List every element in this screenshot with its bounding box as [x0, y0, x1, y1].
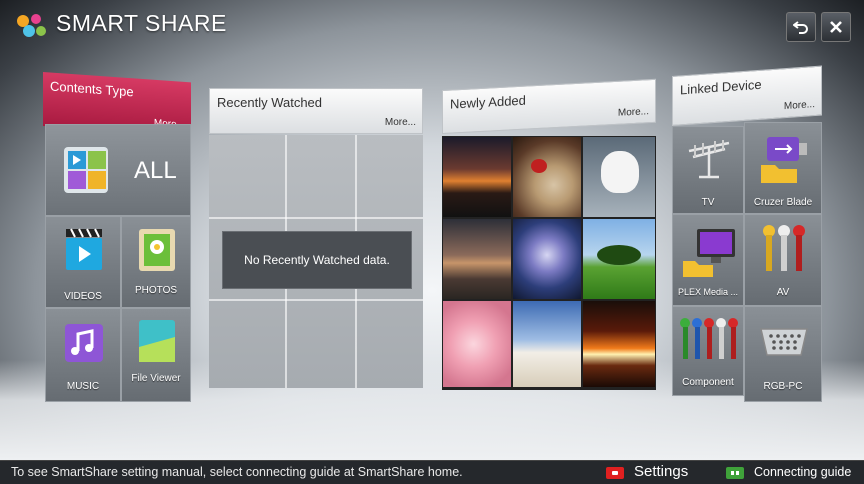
newly-added-more[interactable]: More... [618, 106, 649, 119]
all-media-icon [64, 147, 108, 193]
file-viewer-label: File Viewer [131, 373, 181, 384]
device-plex-media-label: PLEX Media ... [677, 287, 739, 297]
newly-added-panel: Newly Added More... [442, 78, 656, 390]
recently-watched-panel: Recently Watched More... No Recently Wat… [209, 88, 423, 388]
thumbnail-purple-sky[interactable] [513, 219, 581, 299]
newly-added-grid [442, 136, 656, 390]
thumbnail-lava-sunset[interactable] [583, 301, 655, 387]
rgb-connector-icon [760, 328, 808, 356]
video-clapper-icon [66, 228, 102, 270]
newly-added-title: Newly Added [450, 92, 526, 112]
device-cruzer-blade-label: Cruzer Blade [753, 197, 813, 208]
recently-watched-header[interactable]: Recently Watched More... [209, 88, 423, 134]
device-rgb-pc-label: RGB-PC [763, 381, 803, 392]
close-icon [830, 21, 842, 33]
recently-watched-empty-message: No Recently Watched data. [222, 231, 412, 289]
all-label: ALL [134, 157, 177, 184]
videos-label: VIDEOS [64, 291, 102, 302]
linked-device-panel: Linked Device More... TV Cruzer Blade PL… [672, 65, 822, 402]
close-button[interactable] [821, 12, 851, 42]
media-server-icon [683, 229, 735, 277]
component-cable-icon [680, 318, 738, 359]
thumbnail-sunset-lake[interactable] [443, 137, 511, 217]
linked-device-more[interactable]: More... [784, 99, 815, 112]
linked-device-header[interactable]: Linked Device More... [672, 65, 822, 126]
music-label: MUSIC [66, 381, 100, 392]
av-cable-icon [763, 225, 805, 271]
thumbnail-pink-rose[interactable] [443, 301, 511, 387]
footer-message: To see SmartShare setting manual, select… [11, 465, 463, 479]
usb-drive-icon [761, 137, 807, 183]
photo-frame-icon [139, 229, 175, 271]
antenna-icon [688, 140, 730, 179]
file-viewer-tile[interactable]: File Viewer [121, 308, 191, 402]
music-note-icon [65, 324, 103, 362]
photos-label: PHOTOS [134, 285, 178, 296]
thumbnail-dog-rose[interactable] [513, 137, 581, 217]
photos-tile[interactable]: PHOTOS [121, 216, 191, 308]
settings-button[interactable]: Settings [578, 461, 718, 484]
device-av-tile[interactable]: AV [744, 214, 822, 306]
file-viewer-icon [139, 320, 175, 362]
return-arrow-icon [793, 21, 808, 34]
settings-label: Settings [634, 463, 689, 480]
recently-watched-more[interactable]: More... [385, 117, 416, 128]
thumbnail-green-tree[interactable] [583, 219, 655, 299]
device-av-label: AV [776, 287, 790, 298]
recently-watched-title: Recently Watched [217, 95, 323, 110]
empty-message-text: No Recently Watched data. [244, 253, 390, 267]
newly-added-header[interactable]: Newly Added More... [442, 78, 656, 134]
device-tv-tile[interactable]: TV [672, 126, 744, 214]
back-button[interactable] [786, 12, 816, 42]
contents-type-panel: Contents Type More... ALL VIDEOS [43, 72, 191, 402]
all-contents-tile[interactable]: ALL [45, 124, 191, 216]
videos-tile[interactable]: VIDEOS [45, 216, 121, 308]
footer-bar: To see SmartShare setting manual, select… [0, 460, 864, 484]
smartshare-logo-icon [17, 14, 46, 37]
device-cruzer-blade-tile[interactable]: Cruzer Blade [744, 122, 822, 214]
app-title: SMART SHARE [56, 10, 227, 36]
thumbnail-desert-dune[interactable] [513, 301, 581, 387]
device-plex-media-tile[interactable]: PLEX Media ... [672, 214, 744, 306]
red-key-icon [606, 467, 624, 479]
music-tile[interactable]: MUSIC [45, 308, 121, 402]
device-component-tile[interactable]: Component [672, 306, 744, 396]
connecting-guide-label: Connecting guide [754, 465, 852, 479]
smartshare-screen: SMART SHARE Contents Type More... [0, 0, 864, 484]
device-rgb-pc-tile[interactable]: RGB-PC [744, 306, 822, 402]
thumbnail-white-kitten[interactable] [583, 137, 655, 217]
device-component-label: Component [682, 377, 734, 388]
device-tv-label: TV [701, 197, 715, 208]
linked-device-title: Linked Device [680, 76, 762, 98]
connecting-guide-button[interactable]: Connecting guide [720, 461, 864, 484]
green-key-icon [726, 467, 744, 479]
thumbnail-city-skyline[interactable] [443, 219, 511, 299]
contents-type-title: Contents Type [50, 78, 134, 100]
